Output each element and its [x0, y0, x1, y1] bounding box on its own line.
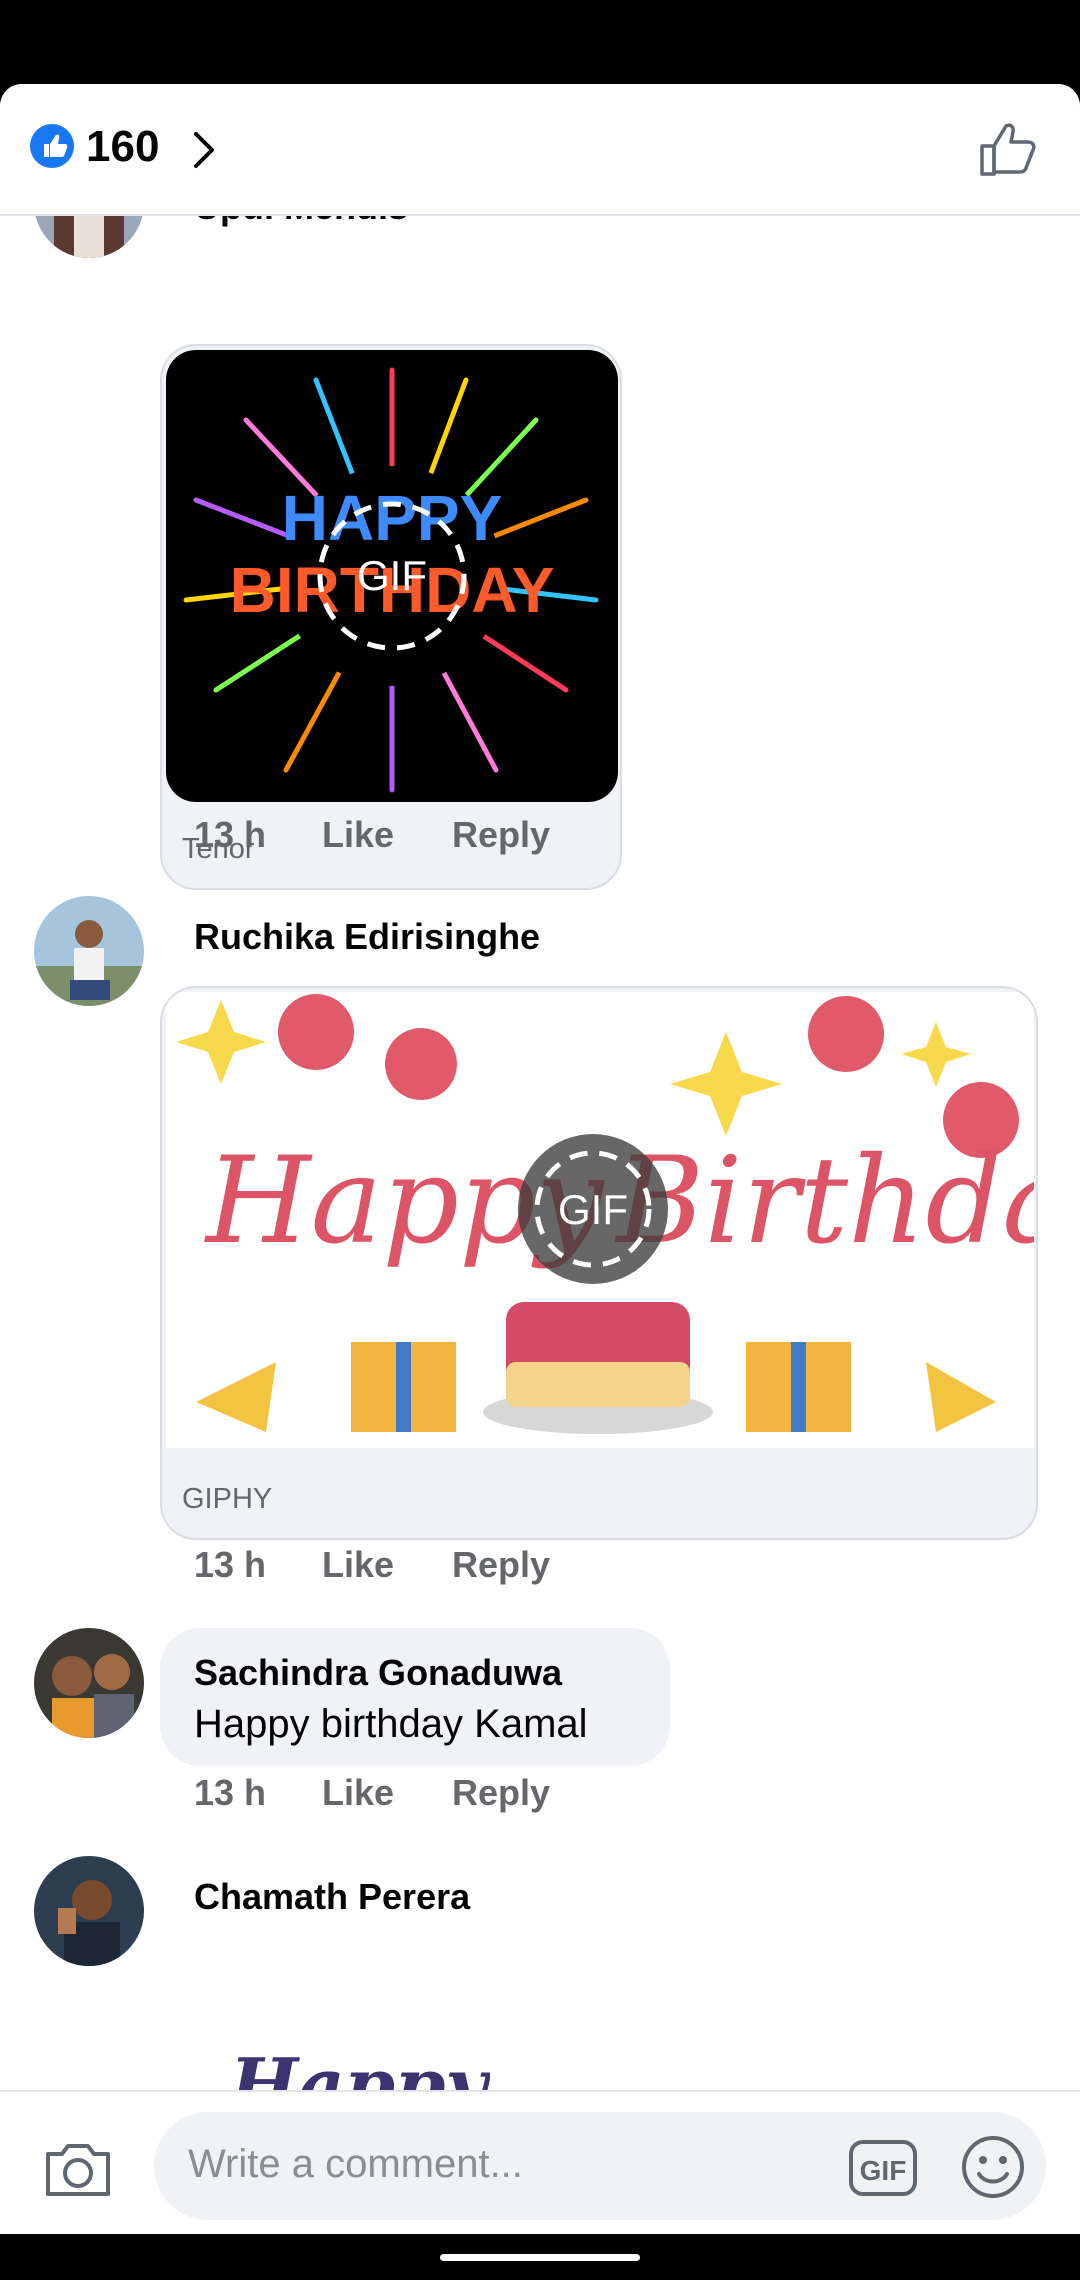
svg-text:HAPPY: HAPPY	[282, 482, 503, 554]
avatar[interactable]	[34, 216, 144, 258]
comment-text: Happy birthday Kamal	[194, 1702, 588, 1746]
comments-sheet: 160 Upul Mendis	[0, 84, 1080, 2234]
home-indicator[interactable]	[440, 2254, 640, 2261]
comment-input-placeholder: Write a comment...	[188, 2142, 523, 2186]
reply-button[interactable]: Reply	[452, 814, 550, 856]
happy-birthday-fireworks-gif: HAPPY BIRTHDAY GIF	[166, 350, 618, 802]
chevron-right-icon[interactable]	[186, 128, 220, 172]
avatar[interactable]	[34, 1856, 144, 1966]
comment-author[interactable]: Upul Mendis	[194, 216, 408, 228]
comment-author[interactable]: Chamath Perera	[194, 1876, 470, 1918]
camera-icon[interactable]	[44, 2136, 112, 2200]
comment-timestamp: 13 h	[194, 1772, 267, 1813]
reply-button[interactable]: Reply	[452, 1772, 550, 1814]
gif-button-label: GIF	[860, 2155, 907, 2186]
smiley-icon[interactable]	[960, 2134, 1026, 2200]
comment-input[interactable]: Write a comment... GIF	[154, 2112, 1046, 2220]
status-bar	[0, 0, 1080, 84]
like-comment-button[interactable]: Like	[322, 814, 394, 856]
like-comment-button[interactable]: Like	[322, 1544, 394, 1586]
svg-text:Birthday: Birthday	[614, 1132, 1034, 1271]
reaction-count[interactable]: 160	[86, 122, 159, 172]
comment-list[interactable]: Upul Mendis	[0, 216, 1080, 2174]
like-reaction-icon	[30, 124, 74, 168]
comment-timestamp: 13 h	[194, 1544, 267, 1585]
navigation-bar	[0, 2234, 1080, 2280]
comment-timestamp: 13 h	[194, 814, 267, 855]
gif-play-icon[interactable]: GIF	[518, 1134, 668, 1284]
comment-composer: Write a comment... GIF	[0, 2090, 1080, 2234]
svg-text:GIF: GIF	[357, 552, 427, 599]
gif-source-label: GIPHY	[182, 1483, 273, 1515]
reactions-header[interactable]: 160	[0, 84, 1080, 216]
gif-icon[interactable]: GIF	[848, 2138, 918, 2198]
comment-bubble[interactable]: Sachindra Gonaduwa Happy birthday Kamal	[160, 1628, 670, 1766]
thumbs-up-outline-icon[interactable]	[976, 118, 1040, 182]
gif-attachment[interactable]: HAPPY BIRTHDAY GIF Tenor	[160, 344, 622, 890]
avatar[interactable]	[34, 896, 144, 1006]
avatar[interactable]	[34, 1628, 144, 1738]
gif-attachment[interactable]: Happy Birthday GIF GIPHY	[160, 986, 1038, 1540]
gif-label: GIF	[558, 1186, 628, 1233]
comment-author[interactable]: Sachindra Gonaduwa	[194, 1652, 562, 1694]
comment-author[interactable]: Ruchika Edirisinghe	[194, 916, 540, 958]
reply-button[interactable]: Reply	[452, 1544, 550, 1586]
like-comment-button[interactable]: Like	[322, 1772, 394, 1814]
